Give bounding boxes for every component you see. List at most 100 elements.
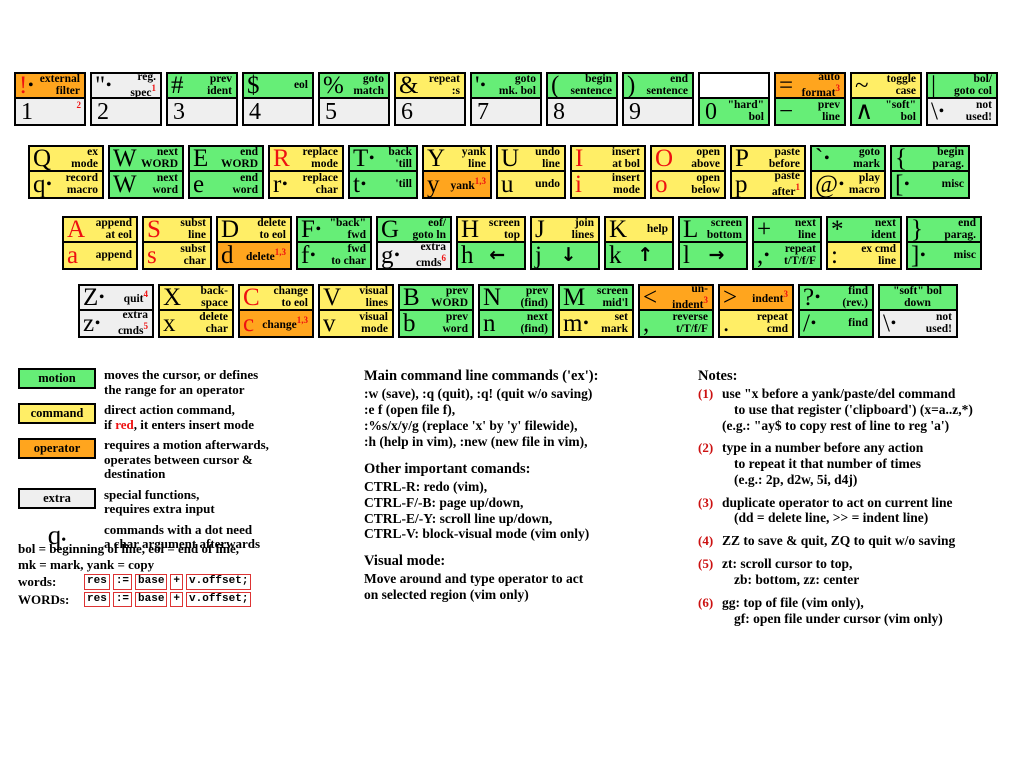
key-k[interactable]: Khelp k ↑ xyxy=(604,216,674,270)
key-g[interactable]: Geof/goto ln g • extra cmds6 xyxy=(376,216,452,270)
key-z-bottom-label: extra cmds5 xyxy=(117,308,148,337)
key-t-top: T • back'till xyxy=(350,147,416,172)
key-bracketright[interactable]: {begin parag. [• misc xyxy=(890,145,970,199)
key-j-top-label: join lines xyxy=(571,216,594,241)
key-y[interactable]: Yyank line y yank1,3 xyxy=(422,145,492,199)
key-k-bottom-label: ↑ xyxy=(637,243,654,266)
key-5[interactable]: % goto match 5 xyxy=(318,72,390,126)
key-t[interactable]: T • back'till t •'till xyxy=(348,145,418,199)
key-p-bottom-label: paste after1 xyxy=(771,169,800,198)
key-w-top: Wnext WORD xyxy=(110,147,182,172)
legend: motion moves the cursor, or defines the ra… xyxy=(18,367,363,558)
note-number: (5) xyxy=(698,556,714,572)
key-f-top-glyph: F xyxy=(301,216,315,243)
key-b-top: Bprev WORD xyxy=(400,286,472,311)
key-3-bottom-glyph: 3 xyxy=(173,98,185,125)
key-v-bottom-glyph: v xyxy=(323,310,336,337)
key-0[interactable]: 0 "hard" bol xyxy=(698,72,770,126)
key-semicolon-top-label: next line xyxy=(794,216,816,241)
key-h[interactable]: Hscreen top h ← xyxy=(456,216,526,270)
key-c[interactable]: Cchange to eol c change1,3 xyxy=(238,284,314,338)
key-quote-top: * next ident xyxy=(828,218,900,243)
key-comma-top-note-ref: 3 xyxy=(703,294,709,305)
key-h-top: Hscreen top xyxy=(458,218,524,243)
key-l[interactable]: Lscreen bottom l → xyxy=(678,216,748,270)
key-b[interactable]: Bprev WORD b prev word xyxy=(398,284,474,338)
key-w[interactable]: Wnext WORD Wnext word xyxy=(108,145,184,199)
key-quote[interactable]: * next ident: ex cmd line xyxy=(826,216,902,270)
key-p[interactable]: Ppaste before p paste after1 xyxy=(730,145,806,199)
key-u[interactable]: Uundo line u undo xyxy=(496,145,566,199)
key-4-top-glyph: $ xyxy=(247,72,260,99)
key-a[interactable]: Aappend at eol a append xyxy=(62,216,138,270)
key-6[interactable]: & repeat:s 6 xyxy=(394,72,466,126)
key-1[interactable]: ! • external filter 1 2 xyxy=(14,72,86,126)
key-bracketleft-bottom-glyph: @ xyxy=(815,171,839,198)
key-q-bottom: q • record macro xyxy=(30,172,102,197)
key-equal-top-glyph: ~ xyxy=(855,72,869,99)
key-m-top: Mscreen mid'l xyxy=(560,286,632,311)
key-1-bottom-glyph: 1 xyxy=(21,98,33,125)
key-s[interactable]: Ssubst line s subst char xyxy=(142,216,212,270)
key-q-top-label: ex mode xyxy=(71,145,98,170)
key-e[interactable]: Eend WORD e end word xyxy=(188,145,264,199)
note-body: ZZ to save & quit, ZQ to quit w/o saving xyxy=(722,533,955,549)
key-slash[interactable]: ? • find (rev.) / • find xyxy=(798,284,874,338)
key-d[interactable]: Ddelete to eol d delete1,3 xyxy=(216,216,292,270)
key-x-bottom-glyph: x xyxy=(163,310,176,337)
key-1-top: ! • external filter xyxy=(16,74,84,99)
key-equal[interactable]: ~ toggle case ∧ "soft" bol xyxy=(850,72,922,126)
other-important-commands-line: CTRL-V: block-visual mode (vim only) xyxy=(364,526,590,542)
key-i[interactable]: Iinsert at bol i insert mode xyxy=(570,145,646,199)
key-minus[interactable]: = auto format3− prev line xyxy=(774,72,846,126)
key-9[interactable]: ) end sentence 9 xyxy=(622,72,694,126)
key-backslash[interactable]: | bol/goto col \ • not used! xyxy=(926,72,998,126)
key-4[interactable]: $ eol 4 xyxy=(242,72,314,126)
key-bracketleft-bottom-label: play macro xyxy=(848,171,880,196)
key-b-bottom-glyph: b xyxy=(403,310,416,337)
main-ex-commands-line: :%s/x/y/g (replace 'x' by 'y' filewide), xyxy=(364,417,578,433)
key-e-top: Eend WORD xyxy=(190,147,262,172)
legend-item-motion: motion moves the cursor, or defines the ra… xyxy=(18,367,363,397)
key-shift-right-top: "soft" bol down xyxy=(880,286,956,311)
key-semicolon-bottom-glyph: , xyxy=(757,242,764,269)
key-7-top-label: goto mk. bol xyxy=(498,72,536,97)
key-q[interactable]: Qex mode q • record macro xyxy=(28,145,104,199)
key-f[interactable]: F • "back" fwd f • fwd to char xyxy=(296,216,372,270)
key-j[interactable]: Jjoin lines j ↓ xyxy=(530,216,600,270)
key-period-top-glyph: > xyxy=(723,284,738,311)
key-8[interactable]: (begin sentence 8 xyxy=(546,72,618,126)
key-y-bottom-label: yank1,3 xyxy=(450,175,486,192)
key-4-bottom: 4 xyxy=(244,99,312,124)
note-line: (dd = delete line, >> = indent line) xyxy=(734,510,929,526)
key-period[interactable]: > indent3. repeat cmd xyxy=(718,284,794,338)
note-body: use "x before a yank/paste/del command to… xyxy=(722,386,973,433)
key-2[interactable]: " • reg. spec1 2 xyxy=(90,72,162,126)
key-comma[interactable]: < un-indent3, reverse t/T/f/F xyxy=(638,284,714,338)
key-6-top-glyph: & xyxy=(399,72,419,99)
key-semicolon[interactable]: + next line, • repeat t/T/f/F xyxy=(752,216,822,270)
key-l-top-glyph: L xyxy=(683,216,699,243)
key-m[interactable]: Mscreen mid'l m • set mark xyxy=(558,284,634,338)
key-o[interactable]: Oopen above o open below xyxy=(650,145,726,199)
key-shift-right[interactable]: "soft" bol down \ • not used! xyxy=(878,284,958,338)
key-enter[interactable]: } end parag.] • misc xyxy=(906,216,982,270)
key-bracketleft[interactable]: ` • goto mark @ • play macro xyxy=(810,145,886,199)
key-n[interactable]: Nprev (find) n next (find) xyxy=(478,284,554,338)
words-example-token: := xyxy=(112,574,133,590)
key-bracketright-top: {begin parag. xyxy=(892,147,968,172)
WORDS-example-token: res xyxy=(84,591,110,608)
key-shift-right-top-label: "soft" bol down xyxy=(893,284,942,309)
key-v[interactable]: Vvisual lines v visual mode xyxy=(318,284,394,338)
key-3[interactable]: # prev ident 3 xyxy=(166,72,238,126)
key-6-top: & repeat:s xyxy=(396,74,464,99)
key-x[interactable]: Xback-space x delete char xyxy=(158,284,234,338)
key-bracketright-bottom-glyph: [ xyxy=(895,171,904,198)
key-quote-top-glyph: * xyxy=(831,216,844,243)
key-7[interactable]: ' • goto mk. bol 7 xyxy=(470,72,542,126)
key-z[interactable]: Z • quit4 z • extra cmds5 xyxy=(78,284,154,338)
note-line: use "x before a yank/paste/del command xyxy=(722,386,956,401)
key-r[interactable]: Rreplace mode r • replace char xyxy=(268,145,344,199)
key-m-bottom: m • set mark xyxy=(560,311,632,336)
